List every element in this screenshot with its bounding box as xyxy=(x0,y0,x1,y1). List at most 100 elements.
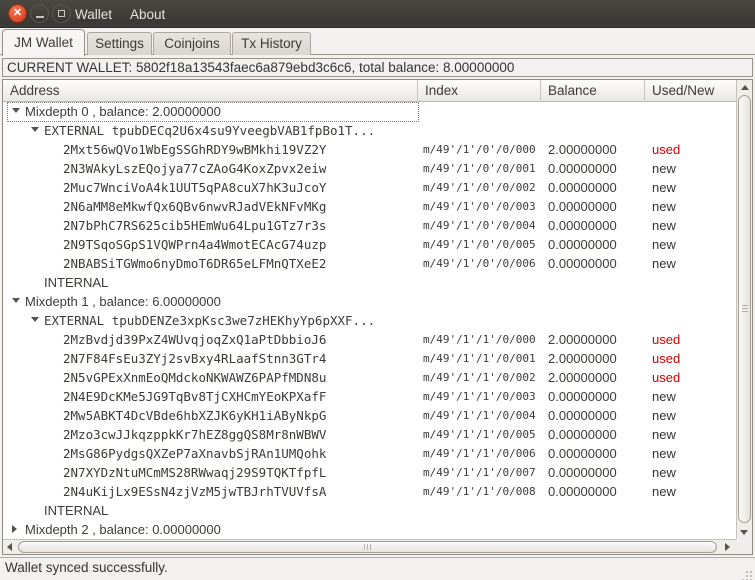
tree-row[interactable]: 2MzBvdjd39PxZ4WUvqjoqZxQ1aPtDbbioJ6 m/49'… xyxy=(3,330,736,349)
window-minimize-button[interactable] xyxy=(30,4,49,23)
used-new-cell: new xyxy=(652,427,676,442)
column-header-address[interactable]: Address xyxy=(3,80,418,102)
tree-row[interactable]: EXTERNAL tpubDECq2U6x4su9YveegbVAB1fpBo1… xyxy=(3,121,736,140)
app-window: ✕ Wallet About JM Wallet Settings Coinjo… xyxy=(0,0,755,580)
address-text: INTERNAL xyxy=(44,275,109,290)
tree-row[interactable]: 2Mzo3cwJJkqzppkKr7hEZ8ggQS8Mr8nWBWV m/49'… xyxy=(3,425,736,444)
tab-tx-history[interactable]: Tx History xyxy=(232,32,311,55)
index-cell: m/49'/1'/1'/0/008 xyxy=(423,485,536,498)
menu-about[interactable]: About xyxy=(121,2,174,27)
address-cell: 2N7XYDzNtuMCmMS28RWwaqj29S9TQKTfpfL xyxy=(3,463,418,482)
tab-jm-wallet[interactable]: JM Wallet xyxy=(2,29,85,56)
address-cell: 2N4E9DcKMe5JG9TqBv8TjCXHCmYEoKPXafF xyxy=(3,387,418,406)
index-cell: m/49'/1'/0'/0/003 xyxy=(423,200,536,213)
collapse-icon[interactable] xyxy=(31,127,39,132)
tree-row[interactable]: 2MsG86PydgsQXZeP7aXnavbSjRAn1UMQohk m/49'… xyxy=(3,444,736,463)
balance-cell: 0.00000000 xyxy=(548,237,617,252)
used-new-cell: new xyxy=(652,389,676,404)
wallet-tree: Address Index Balance Used/New Mixdepth … xyxy=(2,79,753,555)
tree-row[interactable]: EXTERNAL tpubDENZe3xpKsc3we7zHEKhyYp6pXX… xyxy=(3,311,736,330)
titlebar[interactable]: ✕ Wallet About xyxy=(0,0,755,28)
tree-row[interactable]: INTERNAL xyxy=(3,501,736,520)
address-text: 2Mxt56wQVo1WbEgSSGhRDY9wBMkhi19VZ2Y xyxy=(63,142,327,157)
balance-cell: 0.00000000 xyxy=(548,218,617,233)
address-cell: 2N7F84FsEu3ZYj2svBxy4RLaafStnn3GTr4 xyxy=(3,349,418,368)
address-cell: 2NBABSiTGWmo6nyDmoT6DR65eLFMnQTXeE2 xyxy=(3,254,418,273)
address-text: Mixdepth 2 , balance: 0.00000000 xyxy=(25,522,221,537)
balance-cell: 0.00000000 xyxy=(548,408,617,423)
scroll-left-icon[interactable] xyxy=(7,543,12,551)
tree-row[interactable]: 2NBABSiTGWmo6nyDmoT6DR65eLFMnQTXeE2 m/49'… xyxy=(3,254,736,273)
used-new-cell: used xyxy=(652,370,681,385)
address-text: 2MzBvdjd39PxZ4WUvqjoqZxQ1aPtDbbioJ6 xyxy=(63,332,327,347)
wallet-tab-pane: CURRENT WALLET: 5802f18a13543faec6a879eb… xyxy=(0,54,755,558)
tree-row[interactable]: Mixdepth 0 , balance: 2.00000000 xyxy=(3,102,736,122)
scroll-right-icon[interactable] xyxy=(725,543,730,551)
window-close-button[interactable]: ✕ xyxy=(8,4,27,23)
index-cell: m/49'/1'/0'/0/004 xyxy=(423,219,536,232)
balance-cell: 0.00000000 xyxy=(548,161,617,176)
balance-cell: 2.00000000 xyxy=(548,370,617,385)
tree-row[interactable]: Mixdepth 1 , balance: 6.00000000 xyxy=(3,292,736,311)
tree-row[interactable]: 2N4E9DcKMe5JG9TqBv8TjCXHCmYEoKPXafF m/49'… xyxy=(3,387,736,406)
collapse-icon[interactable] xyxy=(12,298,20,303)
index-cell: m/49'/1'/1'/0/004 xyxy=(423,409,536,422)
balance-cell: 2.00000000 xyxy=(548,351,617,366)
address-text: 2N3WAkyLszEQojya77cZAoG4KoxZpvx2eiw xyxy=(63,161,327,176)
address-cell: EXTERNAL tpubDECq2U6x4su9YveegbVAB1fpBo1… xyxy=(3,121,418,140)
tree-row[interactable]: 2Mxt56wQVo1WbEgSSGhRDY9wBMkhi19VZ2Y m/49'… xyxy=(3,140,736,159)
vertical-scrollbar[interactable] xyxy=(736,80,752,539)
column-header-index[interactable]: Index xyxy=(418,80,541,102)
index-cell: m/49'/1'/1'/0/002 xyxy=(423,371,536,384)
horizontal-scrollbar-thumb[interactable] xyxy=(18,541,717,553)
menu-wallet[interactable]: Wallet xyxy=(66,2,121,27)
resize-grip-icon[interactable] xyxy=(742,567,752,577)
used-new-cell: new xyxy=(652,465,676,480)
tree-row[interactable]: 2N5vGPExXnmEoQMdckoNKWAWZ6PAPfMDN8u m/49'… xyxy=(3,368,736,387)
address-cell: Mixdepth 1 , balance: 6.00000000 xyxy=(3,292,418,311)
tree-row[interactable]: Mixdepth 2 , balance: 0.00000000 xyxy=(3,520,736,539)
balance-cell: 2.00000000 xyxy=(548,332,617,347)
balance-cell: 2.00000000 xyxy=(548,142,617,157)
balance-cell: 0.00000000 xyxy=(548,446,617,461)
address-cell: INTERNAL xyxy=(3,501,418,520)
horizontal-scrollbar[interactable] xyxy=(3,539,736,554)
vertical-scrollbar-thumb[interactable] xyxy=(738,95,751,523)
index-cell: m/49'/1'/0'/0/005 xyxy=(423,238,536,251)
maximize-icon xyxy=(58,10,65,17)
address-cell: Mixdepth 0 , balance: 2.00000000 xyxy=(3,102,418,121)
address-text: 2N7XYDzNtuMCmMS28RWwaqj29S9TQKTfpfL xyxy=(63,465,327,480)
expand-icon[interactable] xyxy=(12,525,17,533)
used-new-cell: new xyxy=(652,484,676,499)
status-bar: Wallet synced successfully. xyxy=(0,558,755,580)
address-text: INTERNAL xyxy=(44,503,109,518)
tree-row[interactable]: 2N4uKijLx9ESsN4zjVzM5jwTBJrhTVUVfsA m/49'… xyxy=(3,482,736,501)
tab-settings[interactable]: Settings xyxy=(87,32,152,55)
used-new-cell: used xyxy=(652,332,681,347)
address-cell: 2N3WAkyLszEQojya77cZAoG4KoxZpvx2eiw xyxy=(3,159,418,178)
scroll-up-icon[interactable] xyxy=(741,85,749,90)
tab-coinjoins[interactable]: Coinjoins xyxy=(153,32,231,55)
tree-row[interactable]: 2N7XYDzNtuMCmMS28RWwaqj29S9TQKTfpfL m/49'… xyxy=(3,463,736,482)
address-cell: 2N7bPhC7RS625cib5HEmWu64Lpu1GTz7r3s xyxy=(3,216,418,235)
tree-row[interactable]: INTERNAL xyxy=(3,273,736,292)
address-cell: 2N5vGPExXnmEoQMdckoNKWAWZ6PAPfMDN8u xyxy=(3,368,418,387)
column-header-balance[interactable]: Balance xyxy=(541,80,645,102)
tree-row[interactable]: 2N7bPhC7RS625cib5HEmWu64Lpu1GTz7r3s m/49'… xyxy=(3,216,736,235)
address-text: 2Mzo3cwJJkqzppkKr7hEZ8ggQS8Mr8nWBWV xyxy=(63,427,327,442)
tree-row[interactable]: 2Muc7WnciVoA4k1UUT5qPA8cuX7hK3uJcoY m/49'… xyxy=(3,178,736,197)
collapse-icon[interactable] xyxy=(12,108,20,113)
used-new-cell: new xyxy=(652,256,676,271)
tree-body: Mixdepth 0 , balance: 2.00000000 EXTERNAL… xyxy=(3,102,736,539)
tree-row[interactable]: 2N7F84FsEu3ZYj2svBxy4RLaafStnn3GTr4 m/49'… xyxy=(3,349,736,368)
collapse-icon[interactable] xyxy=(31,317,39,322)
scroll-down-icon[interactable] xyxy=(736,525,752,539)
address-cell: 2MzBvdjd39PxZ4WUvqjoqZxQ1aPtDbbioJ6 xyxy=(3,330,418,349)
column-header-used-new[interactable]: Used/New xyxy=(645,80,740,102)
tree-row[interactable]: 2N6aMM8eMkwfQx6QBv6nwvRJadVEkNFvMKg m/49'… xyxy=(3,197,736,216)
tree-row[interactable]: 2Mw5ABKT4DcVBde6hbXZJK6yKH1iAByNkpG m/49'… xyxy=(3,406,736,425)
tree-row[interactable]: 2N3WAkyLszEQojya77cZAoG4KoxZpvx2eiw m/49'… xyxy=(3,159,736,178)
balance-cell: 0.00000000 xyxy=(548,256,617,271)
address-text: Mixdepth 0 , balance: 2.00000000 xyxy=(25,104,221,119)
tree-row[interactable]: 2N9TSqoSGpS1VQWPrn4a4WmotECAcG74uzp m/49'… xyxy=(3,235,736,254)
